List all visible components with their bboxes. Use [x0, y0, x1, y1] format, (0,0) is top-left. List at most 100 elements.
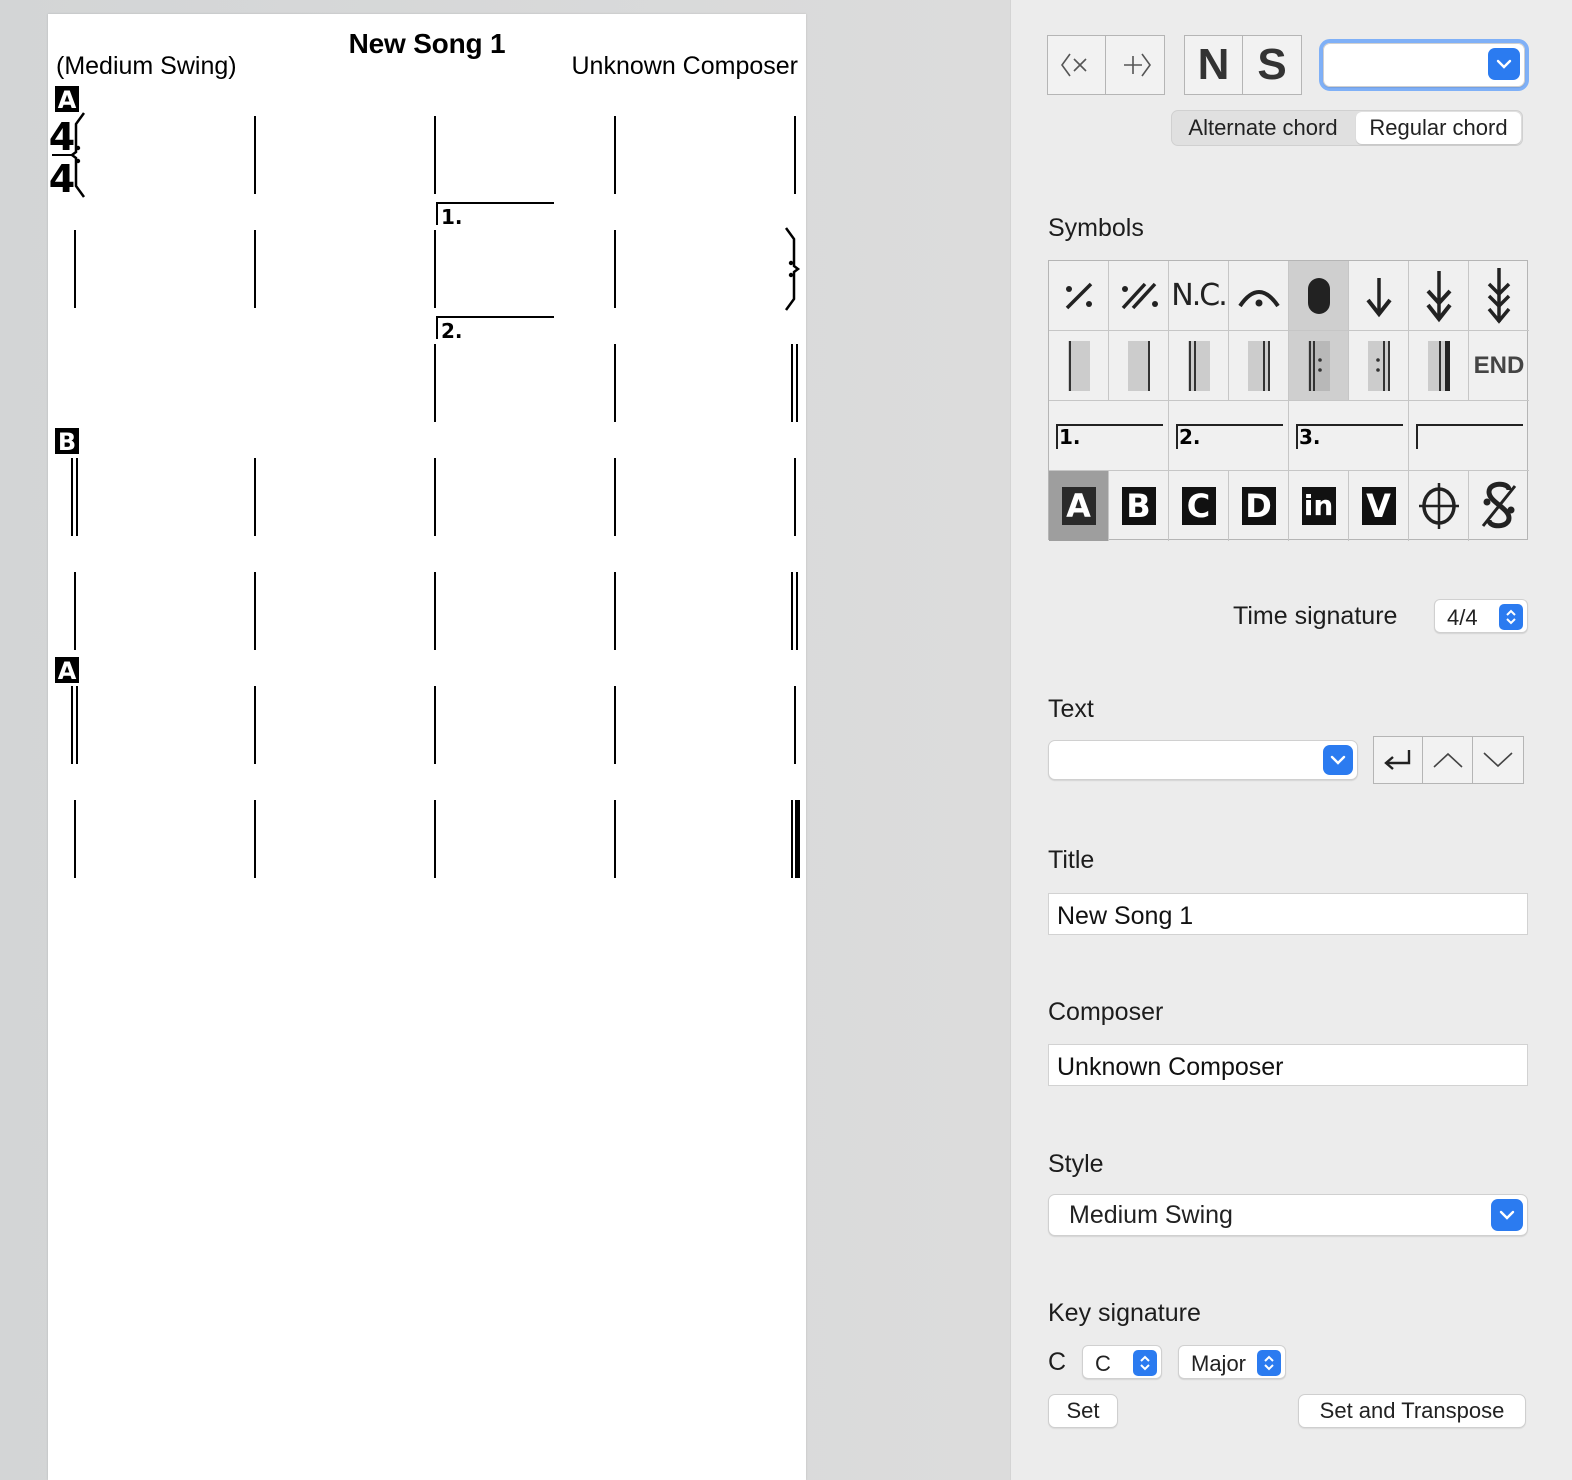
style-combo-arrow[interactable]: [1491, 1199, 1523, 1231]
text-move-up-button[interactable]: [1423, 737, 1473, 783]
section-b-text: B: [1121, 487, 1156, 525]
symbol-ending-3[interactable]: 3.: [1289, 401, 1409, 471]
ending-2-bracket[interactable]: 2.: [436, 316, 554, 343]
section-mark-a-2[interactable]: A: [55, 657, 79, 685]
set-and-transpose-button[interactable]: Set and Transpose: [1298, 1394, 1526, 1428]
n-button[interactable]: N: [1185, 36, 1243, 94]
forward-insert-button[interactable]: [1106, 36, 1164, 94]
thin-double-barline-icon: [1247, 340, 1270, 391]
symbol-triple-down-arrow[interactable]: [1469, 261, 1529, 331]
ending-2-label: 2.: [441, 319, 463, 343]
repeat-end-bracket: [784, 227, 801, 311]
section-mark-b[interactable]: B: [55, 428, 79, 456]
section-mark-a2-text: A: [58, 657, 77, 685]
score-row-7: [74, 800, 793, 878]
symbol-whole-rest[interactable]: [1289, 261, 1349, 331]
ending-2-text: 2.: [1179, 425, 1201, 449]
regular-chord-segment[interactable]: Regular chord: [1356, 112, 1521, 144]
section-mark-a[interactable]: A: [55, 86, 79, 114]
symbol-repeat-two-bar[interactable]: [1109, 261, 1169, 331]
score-grid[interactable]: A 4 4 1. 2. B A: [48, 14, 806, 1480]
composer-field[interactable]: Unknown Composer: [1048, 1044, 1528, 1086]
time-sig-top: 4: [49, 115, 75, 159]
symbol-section-intro[interactable]: in: [1289, 471, 1349, 541]
score-row-1: [254, 116, 796, 194]
text-combo[interactable]: [1048, 740, 1358, 780]
chevron-up-icon: [1432, 752, 1463, 768]
chevron-down-icon: [1499, 1210, 1515, 1220]
symbol-ending-2[interactable]: 2.: [1169, 401, 1289, 471]
section-c-text: C: [1181, 487, 1216, 525]
symbol-end[interactable]: END: [1469, 331, 1529, 401]
key-root-popup[interactable]: C: [1082, 1345, 1162, 1379]
time-signature-popup[interactable]: 4/4: [1434, 599, 1528, 633]
chord-combo[interactable]: [1323, 43, 1525, 87]
symbol-section-verse[interactable]: V: [1349, 471, 1409, 541]
title-field[interactable]: New Song 1: [1048, 893, 1528, 935]
symbol-no-chord[interactable]: N.C.: [1169, 261, 1229, 331]
time-signature-value: 4/4: [1447, 605, 1478, 630]
score-row-3: [434, 344, 798, 422]
final-barline: [795, 800, 800, 878]
symbol-ending-blank[interactable]: [1409, 401, 1529, 471]
chord-combo-arrow[interactable]: [1488, 48, 1520, 80]
set-key-button[interactable]: Set: [1048, 1394, 1118, 1428]
score-canvas[interactable]: New Song 1 (Medium Swing) Unknown Compos…: [0, 0, 1010, 1480]
double-barline-icon: [1187, 340, 1210, 391]
symbol-down-arrow[interactable]: [1349, 261, 1409, 331]
triple-down-arrow-icon: [1487, 267, 1511, 324]
symbol-section-a[interactable]: A: [1049, 471, 1109, 541]
backward-delete-button[interactable]: [1048, 36, 1106, 94]
fermata-icon: [1237, 289, 1280, 307]
key-mode-popup[interactable]: Major: [1178, 1345, 1286, 1379]
symbol-repeat-end[interactable]: [1349, 331, 1409, 401]
symbol-coda[interactable]: [1409, 471, 1469, 541]
section-verse-text: V: [1361, 487, 1396, 525]
symbol-double-down-arrow[interactable]: [1409, 261, 1469, 331]
text-heading: Text: [1048, 695, 1094, 723]
repeat-one-bar-icon: [1065, 282, 1092, 309]
s-button[interactable]: S: [1243, 36, 1301, 94]
chevron-down-icon: [1330, 755, 1346, 765]
score-row-2: [74, 230, 616, 308]
time-signature-mark[interactable]: 4 4: [49, 115, 75, 201]
segno-icon: [1481, 481, 1517, 529]
composer-heading: Composer: [1048, 998, 1164, 1026]
symbol-repeat-one-bar[interactable]: [1049, 261, 1109, 331]
symbol-repeat-start[interactable]: [1289, 331, 1349, 401]
thin-barline-icon: [1127, 340, 1150, 391]
symbol-single-barline[interactable]: [1049, 331, 1109, 401]
symbol-double-barline[interactable]: [1169, 331, 1229, 401]
symbol-segno[interactable]: [1469, 471, 1529, 541]
repeat-two-bar-icon: [1121, 282, 1158, 309]
symbol-final-barline[interactable]: [1409, 331, 1469, 401]
text-enter-button[interactable]: [1374, 737, 1424, 783]
symbol-section-d[interactable]: D: [1229, 471, 1289, 541]
symbol-section-c[interactable]: C: [1169, 471, 1229, 541]
text-action-group: [1373, 736, 1524, 784]
repeat-end-icon: [1367, 340, 1390, 391]
text-combo-arrow[interactable]: [1323, 745, 1353, 775]
double-down-arrow-icon: [1425, 270, 1452, 322]
chevron-down-icon: [1483, 752, 1513, 768]
whole-rest-icon: [1307, 277, 1330, 314]
section-mark-a-text: A: [58, 86, 77, 114]
lead-sheet-page[interactable]: New Song 1 (Medium Swing) Unknown Compos…: [48, 14, 806, 1480]
symbol-thin-double-barline[interactable]: [1229, 331, 1289, 401]
key-root-value: C: [1095, 1351, 1111, 1376]
updown-arrows-icon: [1257, 1350, 1281, 1376]
section-mark-b-text: B: [58, 428, 76, 456]
symbol-fermata[interactable]: [1229, 261, 1289, 331]
chevron-down-icon: [1496, 59, 1512, 69]
ending-1-bracket[interactable]: 1.: [436, 202, 554, 229]
style-heading: Style: [1048, 1150, 1104, 1178]
symbol-ending-1[interactable]: 1.: [1049, 401, 1169, 471]
score-row-5: [74, 572, 798, 650]
return-icon: [1384, 750, 1411, 770]
ending-3-text: 3.: [1299, 425, 1321, 449]
text-move-down-button[interactable]: [1473, 737, 1523, 783]
symbol-thin-barline[interactable]: [1109, 331, 1169, 401]
alternate-chord-segment[interactable]: Alternate chord: [1173, 112, 1353, 144]
symbol-section-b[interactable]: B: [1109, 471, 1169, 541]
style-combo[interactable]: Medium Swing: [1048, 1194, 1528, 1236]
